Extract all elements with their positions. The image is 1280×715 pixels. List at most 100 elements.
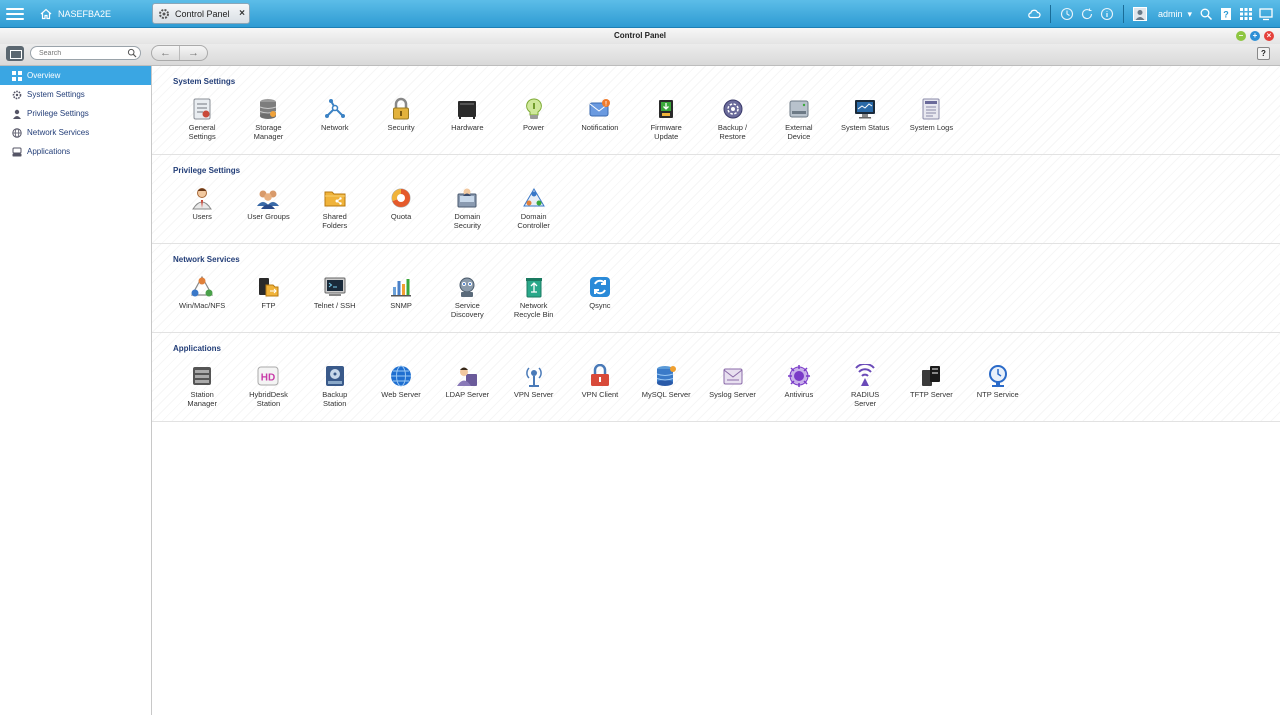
network-recycle-bin-button[interactable]: Network Recycle Bin: [500, 275, 566, 319]
syslog-server-button[interactable]: Syslog Server: [699, 364, 765, 408]
section-title: Network Services: [173, 255, 240, 264]
section-privilege-settings: Privilege Settings Users User Groups Sha…: [152, 155, 1280, 244]
item-label: General Settings: [188, 123, 216, 141]
qsync-button[interactable]: Qsync: [567, 275, 633, 319]
network-icon: [324, 99, 345, 118]
help-button[interactable]: ?: [1257, 47, 1270, 60]
help-icon[interactable]: ?: [1216, 4, 1236, 24]
search-icon: [127, 48, 137, 58]
power-button[interactable]: Power: [500, 97, 566, 141]
control-panel-tab[interactable]: Control Panel ×: [152, 3, 250, 24]
mysql-server-button[interactable]: MySQL Server: [633, 364, 699, 408]
hybriddesk-station-button[interactable]: HD HybridDesk Station: [235, 364, 301, 408]
system-logs-button[interactable]: System Logs: [898, 97, 964, 141]
background-tasks-icon[interactable]: [1057, 4, 1077, 24]
tftp-server-button[interactable]: TFTP Server: [898, 364, 964, 408]
item-label: Network Recycle Bin: [513, 301, 554, 319]
vpn-server-button[interactable]: VPN Server: [500, 364, 566, 408]
back-button[interactable]: ←: [152, 46, 180, 60]
item-label: Hardware: [451, 123, 484, 132]
antivirus-icon: [787, 365, 810, 387]
top-right-icons: admin ▾ ?: [1024, 0, 1280, 28]
qsync-icon: [589, 277, 610, 297]
icon-grid: Users User Groups Shared Folders Quota D…: [169, 186, 567, 230]
ldap-server-button[interactable]: LDAP Server: [434, 364, 500, 408]
item-label: HybridDesk Station: [249, 390, 288, 408]
web-server-button[interactable]: Web Server: [368, 364, 434, 408]
snmp-button[interactable]: SNMP: [368, 275, 434, 319]
domain-security-button[interactable]: Domain Security: [434, 186, 500, 230]
ftp-button[interactable]: FTP: [235, 275, 301, 319]
ntp-service-button[interactable]: NTP Service: [965, 364, 1031, 408]
vpn-server-icon: [525, 367, 542, 387]
home-icon: [40, 8, 52, 19]
sidebar-item-applications[interactable]: Applications: [0, 142, 151, 161]
globe-icon: [12, 127, 22, 138]
firmware-update-button[interactable]: Firmware Update: [633, 97, 699, 141]
station-manager-button[interactable]: Station Manager: [169, 364, 235, 408]
forward-button[interactable]: →: [180, 46, 207, 60]
sync-icon[interactable]: [1077, 4, 1097, 24]
notification-button[interactable]: ! Notification: [567, 97, 633, 141]
win-mac-nfs-button[interactable]: Win/Mac/NFS: [169, 275, 235, 319]
tftp-server-icon: [922, 366, 941, 386]
hybriddesk-icon: HD: [257, 366, 279, 386]
sidebar-item-overview[interactable]: Overview: [0, 66, 151, 85]
user-menu[interactable]: admin ▾: [1158, 9, 1192, 20]
gear-icon: [159, 8, 169, 19]
system-logs-icon: [922, 98, 940, 120]
vpn-client-button[interactable]: VPN Client: [567, 364, 633, 408]
quota-button[interactable]: Quota: [368, 186, 434, 230]
item-label: Power: [523, 123, 545, 132]
general-settings-button[interactable]: General Settings: [169, 97, 235, 141]
info-icon[interactable]: [1097, 4, 1117, 24]
service-discovery-button[interactable]: Service Discovery: [434, 275, 500, 319]
maximize-button[interactable]: +: [1250, 31, 1260, 41]
user-icon: [13, 109, 21, 119]
close-tab-icon[interactable]: ×: [239, 8, 245, 19]
main-menu-button[interactable]: [6, 4, 24, 24]
shared-folders-button[interactable]: Shared Folders: [302, 186, 368, 230]
firmware-icon: [659, 100, 674, 118]
backup-station-button[interactable]: Backup Station: [302, 364, 368, 408]
item-label: Web Server: [381, 390, 421, 399]
domain-controller-button[interactable]: Domain Controller: [500, 186, 566, 230]
user-groups-icon: [257, 190, 280, 209]
radius-server-button[interactable]: RADIUS Server: [832, 364, 898, 408]
sidebar-item-privilege-settings[interactable]: Privilege Settings: [0, 104, 151, 123]
service-discovery-icon: [459, 277, 475, 297]
ftp-icon: [259, 278, 279, 297]
avatar[interactable]: [1130, 4, 1150, 24]
item-label: System Logs: [909, 123, 954, 132]
window-title: Control Panel: [613, 31, 666, 40]
storage-manager-button[interactable]: Storage Manager: [235, 97, 301, 141]
telnet-ssh-button[interactable]: Telnet / SSH: [302, 275, 368, 319]
view-toggle-button[interactable]: [6, 46, 24, 61]
general-settings-icon: [193, 98, 211, 120]
lock-icon: [393, 97, 410, 120]
sidebar-item-network-services[interactable]: Network Services: [0, 123, 151, 142]
system-status-button[interactable]: System Status: [832, 97, 898, 141]
minimize-button[interactable]: –: [1236, 31, 1246, 41]
apps-grid-icon[interactable]: [1236, 4, 1256, 24]
item-label: Network: [320, 123, 349, 132]
sidebar-item-system-settings[interactable]: System Settings: [0, 85, 151, 104]
user-groups-button[interactable]: User Groups: [235, 186, 301, 230]
security-button[interactable]: Security: [368, 97, 434, 141]
snmp-icon: [391, 279, 412, 297]
close-button[interactable]: ×: [1264, 31, 1274, 41]
hardware-button[interactable]: Hardware: [434, 97, 500, 141]
item-label: RADIUS Server: [850, 390, 880, 408]
antivirus-button[interactable]: Antivirus: [766, 364, 832, 408]
backup-restore-button[interactable]: Backup / Restore: [699, 97, 765, 141]
search-input[interactable]: [30, 46, 141, 60]
dashboard-icon[interactable]: [1256, 4, 1276, 24]
item-label: SNMP: [390, 301, 412, 310]
shared-folders-icon: [324, 191, 346, 207]
external-device-button[interactable]: External Device: [766, 97, 832, 141]
users-button[interactable]: Users: [169, 186, 235, 230]
home-tab[interactable]: NASEFBA2E: [32, 3, 146, 24]
network-button[interactable]: Network: [302, 97, 368, 141]
search-icon[interactable]: [1196, 4, 1216, 24]
cloud-icon[interactable]: [1024, 4, 1044, 24]
